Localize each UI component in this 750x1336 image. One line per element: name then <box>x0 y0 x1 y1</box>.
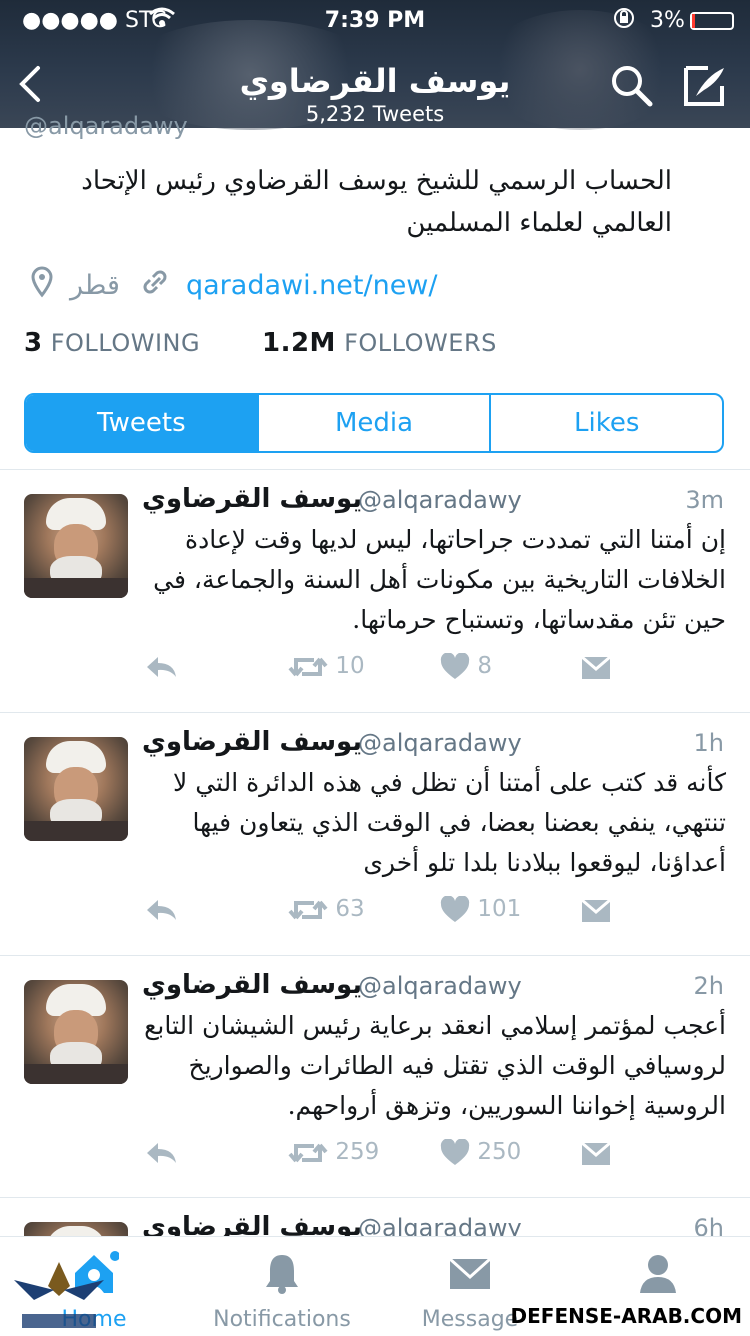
retweet-icon <box>288 1143 328 1162</box>
profile-icon <box>640 1255 676 1293</box>
tweet-actions: 10 8 <box>142 646 726 686</box>
watermark-text: DEFENSE-ARAB.COM <box>510 1304 742 1328</box>
clock: 7:39 PM <box>324 8 426 33</box>
tweet-author-handle: @alqaradawy <box>358 1214 522 1236</box>
retweet-button[interactable]: 10 <box>288 646 365 686</box>
watermark-logo <box>4 1256 114 1332</box>
tweet-author-handle: @alqaradawy <box>358 972 522 1000</box>
following-count[interactable]: 3 FOLLOWING <box>24 325 200 361</box>
battery-percent: 3% <box>650 8 685 33</box>
tab-notifications[interactable]: Notifications <box>188 1251 376 1332</box>
tweet-author-name: يوسف القرضاوي <box>142 484 363 514</box>
location-pin-icon <box>30 266 54 306</box>
like-count: 8 <box>477 653 492 679</box>
reply-button[interactable] <box>144 1132 178 1172</box>
reply-button[interactable] <box>144 889 178 929</box>
envelope-icon <box>448 1257 492 1289</box>
compose-button[interactable] <box>682 62 732 110</box>
compose-icon <box>684 66 724 106</box>
tweet-time: 2h <box>693 972 724 1000</box>
profile-url-link[interactable]: qaradawi.net/new/ <box>186 266 438 306</box>
retweet-count: 63 <box>335 896 365 922</box>
like-count: 250 <box>477 1139 522 1165</box>
tweet-author-name: يوسف القرضاوي <box>142 727 363 757</box>
tab-tweets[interactable]: Tweets <box>26 395 257 451</box>
tweet-text: كأنه قد كتب على أمتنا أن تظل في هذه الدا… <box>172 768 726 877</box>
like-count: 101 <box>477 896 522 922</box>
retweet-icon <box>288 900 328 919</box>
reply-icon <box>147 656 176 677</box>
retweet-button[interactable]: 63 <box>288 889 365 929</box>
dm-share-button[interactable] <box>580 646 612 686</box>
envelope-icon <box>581 898 611 922</box>
rotation-lock-icon <box>612 6 636 36</box>
tweet[interactable]: يوسف القرضاوي @alqaradawy 1h كأنه قد كتب… <box>0 713 750 956</box>
avatar[interactable] <box>24 1222 128 1236</box>
tweet-author-handle: @alqaradawy <box>358 486 522 514</box>
link-icon <box>140 266 170 306</box>
avatar[interactable] <box>24 980 128 1084</box>
retweet-count: 10 <box>335 653 365 679</box>
tweet[interactable]: يوسف القرضاوي @alqaradawy 2h أعجب لمؤتمر… <box>0 956 750 1199</box>
search-button[interactable] <box>608 62 656 110</box>
tweet-time: 1h <box>693 729 724 757</box>
search-icon <box>612 66 653 107</box>
avatar[interactable] <box>24 494 128 598</box>
profile-bio: الحساب الرسمي للشيخ يوسف القرضاوي رئيس ا… <box>81 166 672 238</box>
tweet-time: 6h <box>693 1214 724 1236</box>
envelope-icon <box>581 655 611 679</box>
tweet-time: 3m <box>685 486 724 514</box>
profile-header: ●●●●● STC 7:39 PM 3% يوسف القرضاوي 5,232… <box>0 0 750 130</box>
retweet-count: 259 <box>335 1139 380 1165</box>
tab-likes[interactable]: Likes <box>489 395 722 451</box>
tab-media[interactable]: Media <box>256 395 490 451</box>
like-button[interactable]: 101 <box>440 889 521 929</box>
profile-tabs: Tweets Media Likes <box>24 393 724 453</box>
profile-location: قطر <box>70 270 120 301</box>
tweet-text: إن أمتنا التي تمددت جراحاتها، ليس لديها … <box>153 525 726 634</box>
like-button[interactable]: 250 <box>440 1132 521 1172</box>
heart-icon <box>440 894 470 922</box>
tweet-text: أعجب لمؤتمر إسلامي انعقد برعاية رئيس الش… <box>144 1011 726 1120</box>
bell-icon <box>266 1255 298 1294</box>
retweet-icon <box>288 657 328 676</box>
reply-icon <box>147 1142 176 1163</box>
dm-share-button[interactable] <box>580 1132 612 1172</box>
dm-share-button[interactable] <box>580 889 612 929</box>
envelope-icon <box>581 1141 611 1165</box>
reply-button[interactable] <box>144 646 178 686</box>
avatar[interactable] <box>24 737 128 841</box>
like-button[interactable]: 8 <box>440 646 492 686</box>
tweet[interactable]: يوسف القرضاوي @alqaradawy 3m إن أمتنا ال… <box>0 470 750 713</box>
retweet-button[interactable]: 259 <box>288 1132 379 1172</box>
heart-icon <box>440 1137 470 1165</box>
tweet-author-handle: @alqaradawy <box>358 729 522 757</box>
reply-icon <box>147 899 176 920</box>
followers-count[interactable]: 1.2M FOLLOWERS <box>262 325 497 361</box>
tweet-author-name: يوسف القرضاوي <box>142 970 363 1000</box>
battery-icon <box>690 12 734 30</box>
tweet-author-name: يوسف القرضاوي <box>142 1212 363 1236</box>
heart-icon <box>440 651 470 679</box>
tab-profile[interactable] <box>564 1251 750 1307</box>
tweet[interactable]: يوسف القرضاوي @alqaradawy 6h <box>0 1198 750 1236</box>
tweet-actions: 259 250 <box>142 1132 726 1172</box>
profile-handle: @alqaradawy <box>24 112 188 140</box>
tweet-actions: 63 101 <box>142 889 726 929</box>
